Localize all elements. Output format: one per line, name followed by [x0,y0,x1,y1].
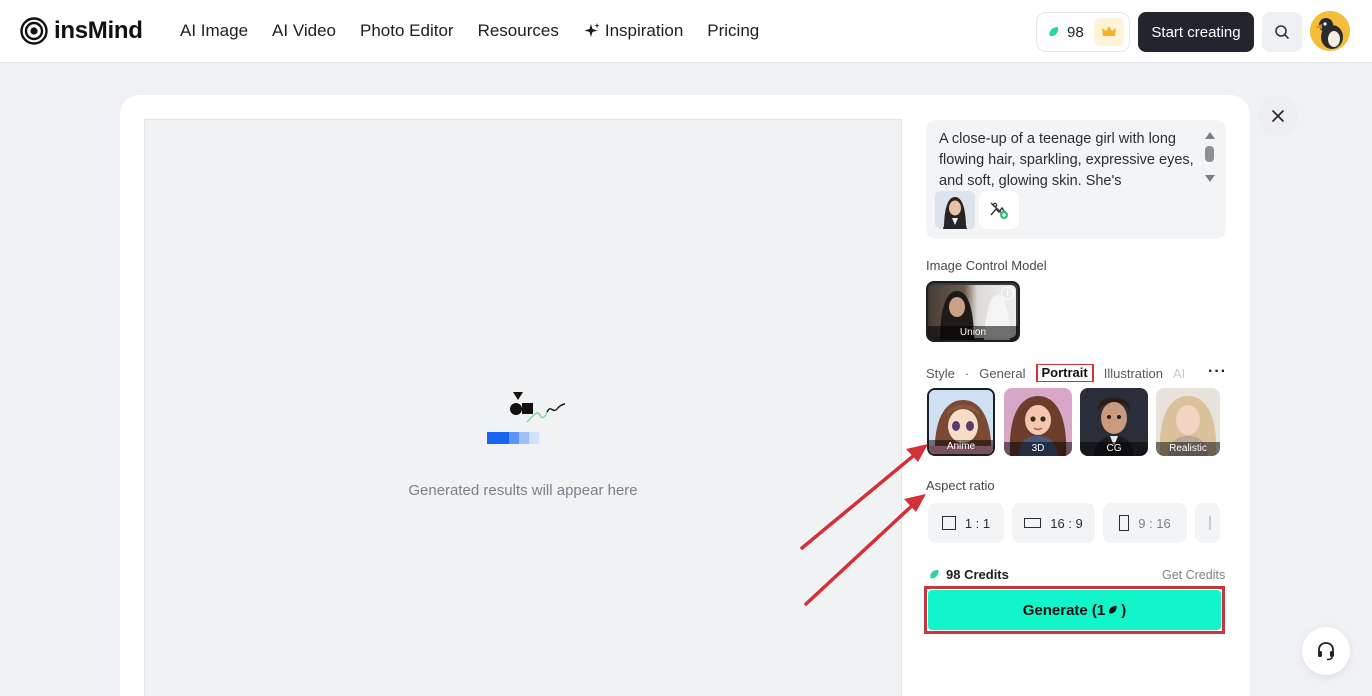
add-image-icon [990,202,1008,219]
style-preset-anime[interactable]: Anime [927,388,995,456]
ratio-shape-icon [1209,516,1211,530]
loading-animation [487,392,566,444]
nav-ai-image[interactable]: AI Image [180,21,248,41]
reference-image-thumbnail[interactable] [935,191,975,229]
style-label: Style [926,365,955,381]
crown-icon[interactable] [1094,18,1124,46]
nav-inspiration-label: Inspiration [604,21,684,40]
credit-gem-icon [1049,27,1059,37]
close-icon [1272,110,1284,122]
search-button[interactable] [1262,12,1302,52]
ratio-label: 16 : 9 [1050,515,1083,531]
style-preset-label: CG [1080,442,1148,456]
credits-pill[interactable]: 98 [1036,12,1130,52]
info-icon[interactable]: i [1001,287,1014,300]
model-name: Union [928,326,1018,340]
ratio-label: 1 : 1 [964,515,991,531]
logo[interactable]: insMind [20,17,143,45]
scrollbar-thumb[interactable] [1205,146,1214,162]
ratio-1-1-button[interactable]: 1 : 1 [928,503,1004,543]
prompt-text[interactable]: A close-up of a teenage girl with long f… [939,129,1199,189]
scroll-down-icon[interactable] [1205,175,1215,182]
portrait-icon [1119,515,1130,531]
nav-ai-video[interactable]: AI Video [272,21,336,41]
more-options-icon[interactable]: ··· [1208,363,1227,381]
credits-count: 98 [1067,23,1084,41]
reference-portrait-image [935,191,975,229]
nav-inspiration[interactable]: Inspiration [583,21,683,41]
top-navigation-bar: insMind AI Image AI Video Photo Editor R… [0,0,1372,63]
nav-photo-editor[interactable]: Photo Editor [360,21,454,41]
credit-gem-icon [930,569,939,579]
style-preset-cg[interactable]: CG [1080,388,1148,456]
landscape-icon [1024,518,1042,528]
style-preset-3d[interactable]: 3D [1004,388,1072,456]
nav-pricing[interactable]: Pricing [707,21,759,41]
main-nav: AI Image AI Video Photo Editor Resources… [180,21,783,41]
nav-resources[interactable]: Resources [478,21,559,41]
model-card-union[interactable]: i Union [926,281,1020,342]
style-tabs: Style · General Portrait Illustration AI [926,364,1226,382]
ratio-more-button[interactable] [1195,503,1220,543]
style-preset-realistic[interactable]: Realistic [1156,388,1220,456]
tab-ai[interactable]: AI [1173,366,1185,381]
generate-label: Generate (1 [1022,601,1106,619]
tab-general[interactable]: General [979,366,1025,381]
prompt-input[interactable]: A close-up of a teenage girl with long f… [926,120,1226,239]
tab-illustration[interactable]: Illustration [1104,366,1163,381]
credit-gem-icon [1109,605,1117,614]
ratio-label: 9 : 16 [1138,515,1171,531]
preview-placeholder-text: Generated results will appear here [408,482,638,499]
ratio-9-16-button[interactable]: 9 : 16 [1103,503,1187,543]
scroll-up-icon[interactable] [1205,132,1215,139]
image-control-model-label: Image Control Model [926,258,1047,273]
logo-mark-icon [20,17,48,45]
style-preset-label: Anime [929,440,993,454]
preview-area: Generated results will appear here [144,119,902,696]
aspect-ratio-label: Aspect ratio [926,478,995,493]
start-creating-button[interactable]: Start creating [1138,12,1254,52]
credits-balance: 98 Credits [928,567,1009,582]
search-icon [1275,25,1289,39]
logo-text: insMind [54,17,143,44]
ratio-16-9-button[interactable]: 16 : 9 [1012,503,1095,543]
headset-icon [1318,642,1334,661]
square-icon [941,516,956,530]
style-preset-label: 3D [1004,442,1072,456]
style-separator: · [964,365,970,381]
style-preset-label: Realistic [1156,442,1220,456]
tab-portrait[interactable]: Portrait [1035,364,1094,382]
get-credits-link[interactable]: Get Credits [1162,568,1225,582]
avatar[interactable] [1310,11,1350,51]
generate-button[interactable]: Generate (1 ) [928,590,1221,630]
credits-label: 98 Credits [946,567,1009,582]
close-button[interactable] [1258,96,1298,136]
support-button[interactable] [1302,627,1350,675]
avatar-bird-image [1310,11,1350,51]
generate-close-paren: ) [1121,601,1127,619]
sparkle-icon [584,23,600,37]
add-reference-image-button[interactable] [979,191,1019,229]
